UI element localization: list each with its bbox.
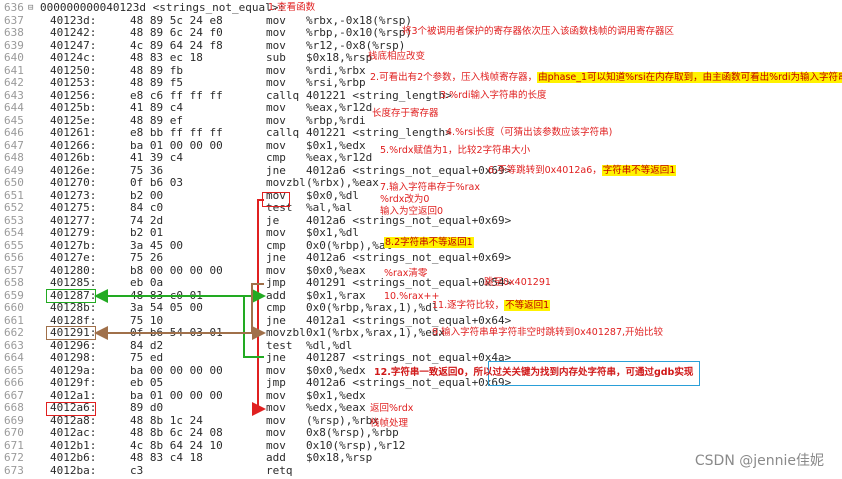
note-rsi-length: 4.%rsi长度（可猜出该参数应该字符串)	[446, 127, 613, 138]
note-two-params: 2.可看出有2个参数，压入栈帧寄存器，由phase_1可以知道%rsi在内存取到…	[370, 72, 842, 84]
note-input-rax: 7.输入字符串存于%rax	[380, 182, 480, 193]
note-not-equal-return: 8.2字符串不等返回1	[384, 237, 474, 248]
note-rax-clear: %rax清零	[384, 268, 428, 279]
watermark: CSDN @jennie佳妮	[694, 453, 824, 469]
note-rdi-length: 3.%rdi输入字符串的长度	[440, 90, 547, 101]
note-push-callee-saved: 将3个被调用者保护的寄存器依次压入该函数栈帧的调用寄存器区	[402, 26, 675, 37]
note-equal-return-zero: 12.字符串一致返回0，所以过关关键为找到内存处字符串，可通过gdb实现	[374, 367, 694, 378]
note-stack-cleanup: 栈帧处理	[370, 418, 409, 429]
note-length-stored: 长度存于寄存器	[372, 108, 439, 119]
note-loop-start: 9.输入字符串单字符非空时跳转到0x401287,开始比较	[432, 327, 664, 338]
note-char-compare: 11.逐字符比较，不等返回1	[432, 300, 551, 311]
note-view-function: 1.查看函数	[268, 2, 316, 13]
loop-arrow-to-401287	[94, 289, 264, 358]
note-empty-return: 输入为空返回0	[380, 206, 444, 217]
note-rdx-zero: %rdx改为0	[380, 194, 430, 205]
note-rdx-one: 5.%rdx赋值为1，比较2字符串大小	[380, 145, 531, 156]
note-return-rdx: 返回%rdx	[370, 403, 414, 414]
jump-arrow-to-4012a6	[252, 199, 266, 416]
note-jump-401291: 跳至0x401291	[484, 277, 551, 288]
note-jump-not-equal: 6.不等跳转到0x4012a6，字符串不等返回1	[488, 165, 677, 176]
jump-arrow-to-401291	[94, 283, 264, 340]
note-stack-change: 栈底相应改变	[368, 51, 426, 62]
